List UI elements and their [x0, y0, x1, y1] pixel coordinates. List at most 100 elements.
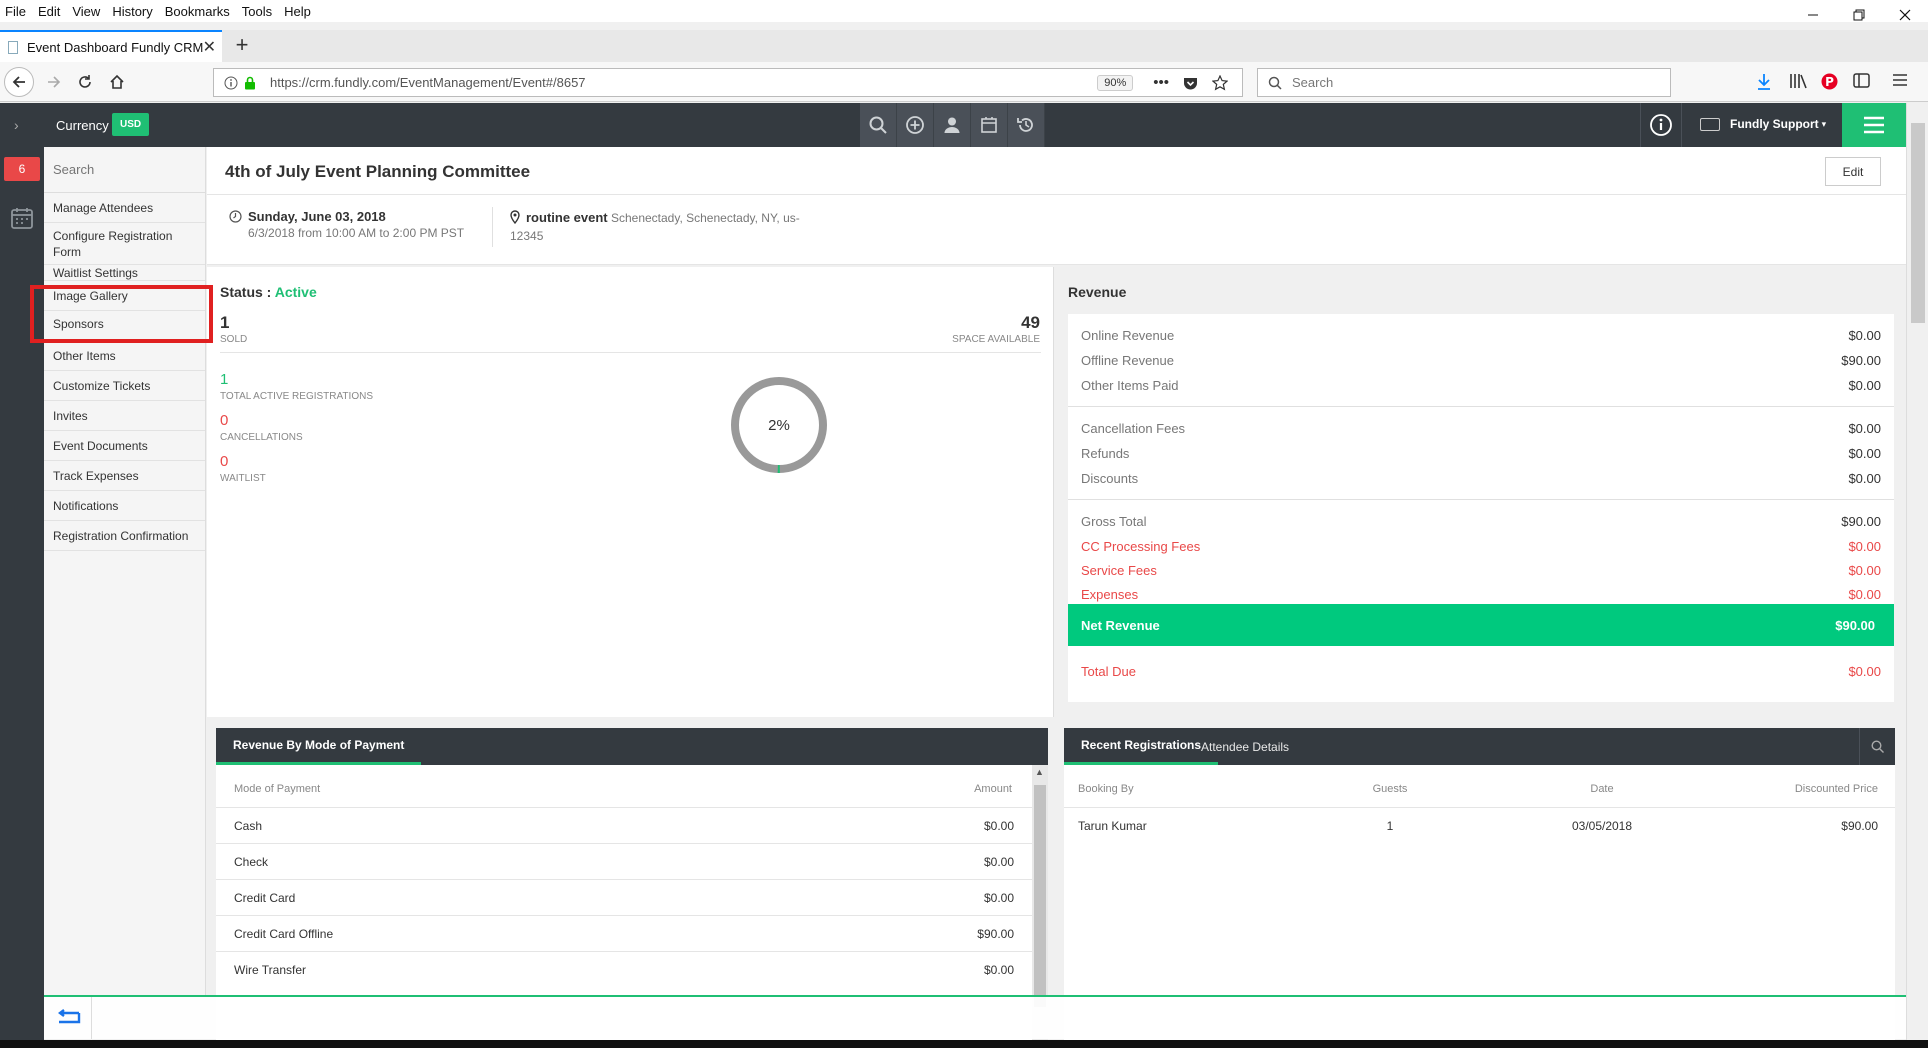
revenue-row-value: $0.00	[1848, 377, 1881, 393]
revenue-divider	[1068, 406, 1894, 407]
payment-mode: Cash	[234, 818, 263, 833]
guests: 1	[1386, 818, 1394, 833]
minimize-icon[interactable]	[1790, 0, 1836, 30]
subnav-search-input[interactable]	[53, 162, 229, 177]
download-icon[interactable]	[1756, 73, 1772, 91]
subnav-item-waitlist-settings[interactable]: Waitlist Settings	[44, 265, 205, 281]
menu-help[interactable]: Help	[278, 4, 317, 19]
revenue-row-value: $90.00	[1841, 352, 1881, 368]
expand-rail-icon[interactable]: ›	[14, 117, 19, 133]
page-actions-icon[interactable]: •••	[1153, 74, 1169, 91]
pocket-icon[interactable]	[1183, 76, 1198, 90]
payment-mode: Credit Card	[234, 890, 296, 905]
page-scrollbar[interactable]	[1906, 103, 1928, 1040]
title-bar: 4th of July Event Planning Committee Edi…	[207, 147, 1906, 195]
page-favicon-icon	[8, 40, 18, 54]
menu-view[interactable]: View	[66, 4, 106, 19]
revenue-row-value: $0.00	[1848, 538, 1881, 554]
browser-tab[interactable]: Event Dashboard Fundly CRM ✕	[0, 30, 222, 62]
subnav-item-configure-registration-form[interactable]: Configure Registration Form	[44, 223, 205, 265]
search-icon	[1871, 740, 1884, 753]
menu-history[interactable]: History	[106, 4, 158, 19]
close-tab-icon[interactable]: ✕	[203, 37, 216, 57]
restore-icon[interactable]	[1836, 0, 1882, 30]
menu-edit[interactable]: Edit	[32, 4, 66, 19]
top-search-icon[interactable]	[860, 103, 897, 147]
url-bar[interactable]: https://crm.fundly.com/EventManagement/E…	[213, 68, 1243, 97]
edit-button[interactable]: Edit	[1825, 157, 1881, 186]
tab-title: Event Dashboard Fundly CRM	[27, 39, 203, 55]
app-top-bar: › Currency USD Fundly Support ▾	[0, 103, 1906, 147]
net-revenue-value: $90.00	[1835, 617, 1875, 633]
net-revenue-row: Net Revenue $90.00	[1068, 604, 1894, 646]
info-divider	[492, 207, 493, 247]
browser-navbar: https://crm.fundly.com/EventManagement/E…	[0, 62, 1928, 102]
home-icon	[110, 74, 124, 89]
revenue-row: Expenses $0.00	[1081, 583, 1881, 605]
space-available-count: 49	[1021, 313, 1040, 332]
currency-badge[interactable]: USD	[112, 113, 150, 136]
subnav-search	[44, 147, 229, 193]
subnav-item-invites[interactable]: Invites	[44, 401, 205, 431]
top-history-icon[interactable]	[1008, 103, 1045, 147]
cancellations-label: CANCELLATIONS	[220, 432, 303, 443]
home-button[interactable]	[103, 68, 131, 96]
reload-button[interactable]	[71, 68, 99, 96]
library-icon[interactable]	[1789, 73, 1807, 89]
bookmark-star-icon[interactable]	[1212, 74, 1228, 91]
window-controls	[1790, 0, 1928, 30]
event-date: Sunday, June 03, 2018 6/3/2018 from 10:0…	[229, 209, 464, 240]
notification-badge[interactable]: 6	[4, 157, 40, 181]
info-button[interactable]	[1640, 103, 1682, 147]
subnav-item-event-documents[interactable]: Event Documents	[44, 431, 205, 461]
revenue-row-label: Discounts	[1081, 470, 1139, 486]
page-scrollbar-thumb[interactable]	[1911, 123, 1925, 323]
user-menu[interactable]: Fundly Support ▾	[1700, 117, 1826, 131]
menu-file[interactable]: File	[0, 4, 32, 19]
space-available-label: SPACE AVAILABLE	[952, 334, 1040, 345]
subnav-item-track-expenses[interactable]: Track Expenses	[44, 461, 205, 491]
forward-button[interactable]	[40, 68, 68, 96]
top-donation-icon[interactable]	[971, 103, 1008, 147]
revenue-row-value: $0.00	[1848, 445, 1881, 461]
calendar-icon[interactable]	[11, 207, 33, 229]
sidebar-icon[interactable]	[1853, 73, 1870, 88]
tab-revenue-by-mode-of-payment[interactable]: Revenue By Mode of Payment	[216, 728, 422, 765]
scrollbar-thumb[interactable]	[1034, 785, 1046, 1007]
back-button[interactable]	[4, 67, 34, 97]
revenue-row: Discounts $0.00	[1081, 467, 1881, 489]
top-contact-icon[interactable]	[934, 103, 971, 147]
browser-search-bar[interactable]: Search	[1257, 68, 1671, 97]
close-window-icon[interactable]	[1882, 0, 1928, 30]
subnav-item-notifications[interactable]: Notifications	[44, 491, 205, 521]
revenue-row: Other Items Paid $0.00	[1081, 374, 1881, 396]
table-row[interactable]: Tarun Kumar 1 03/05/2018 $90.00	[1064, 807, 1895, 843]
undo-arrow-icon	[57, 1009, 80, 1024]
subnav-item-registration-confirmation[interactable]: Registration Confirmation	[44, 521, 205, 551]
app-menu-button[interactable]	[1842, 103, 1906, 147]
browser-menu-icon[interactable]	[1892, 73, 1908, 87]
subnav-item-other-items[interactable]: Other Items	[44, 341, 205, 371]
tab-attendee-details[interactable]: Attendee Details	[1184, 728, 1306, 765]
booking-by: Tarun Kumar	[1078, 818, 1147, 833]
location-name: routine event	[526, 210, 608, 225]
waitlist-count: 0	[220, 453, 229, 470]
table-row: Credit Card $0.00	[216, 879, 1032, 915]
subnav-item-customize-tickets[interactable]: Customize Tickets	[44, 371, 205, 401]
menu-tools[interactable]: Tools	[236, 4, 278, 19]
menu-bookmarks[interactable]: Bookmarks	[159, 4, 236, 19]
table-row: Check $0.00	[216, 843, 1032, 879]
scroll-up-icon[interactable]: ▲	[1035, 767, 1044, 777]
top-add-icon[interactable]	[897, 103, 934, 147]
left-rail: 6	[0, 147, 44, 1040]
site-info-icon[interactable]	[224, 76, 238, 90]
pinterest-icon[interactable]: P	[1821, 73, 1838, 90]
zoom-indicator[interactable]: 90%	[1097, 74, 1134, 91]
subnav-item-manage-attendees[interactable]: Manage Attendees	[44, 193, 205, 223]
undo-button[interactable]	[44, 997, 92, 1039]
payment-amount: $0.00	[983, 818, 1014, 833]
new-tab-button[interactable]: +	[230, 34, 254, 58]
registrations-search-button[interactable]	[1859, 728, 1895, 765]
total-active-registrations-count: 1	[220, 371, 229, 388]
revenue-row-value: $0.00	[1848, 562, 1881, 578]
